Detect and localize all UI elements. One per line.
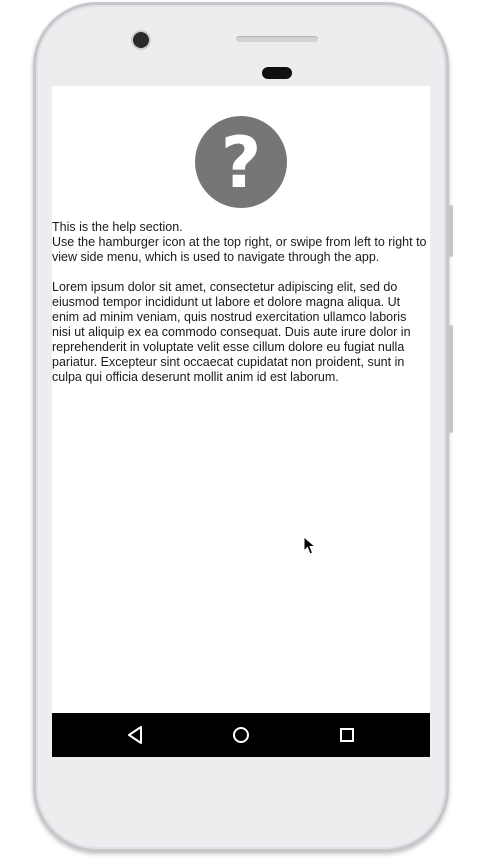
back-triangle-icon: [128, 726, 142, 744]
home-button[interactable]: [230, 724, 252, 746]
help-lorem-paragraph: Lorem ipsum dolor sit amet, consectetur …: [52, 280, 411, 384]
mouse-pointer-icon: [303, 536, 317, 555]
volume-button: [449, 325, 453, 433]
question-mark-glyph: ?: [220, 122, 262, 204]
power-button: [449, 205, 453, 257]
system-navigation-bar: [52, 713, 430, 757]
proximity-sensor: [262, 67, 292, 79]
earpiece-speaker: [236, 36, 318, 42]
help-circle-icon: ?: [195, 116, 287, 208]
recents-square-icon: [340, 728, 354, 742]
back-button[interactable]: [124, 724, 146, 746]
recents-button[interactable]: [336, 724, 358, 746]
front-camera: [133, 32, 149, 48]
home-circle-icon: [233, 727, 249, 743]
help-content: This is the help section. Use the hambur…: [52, 220, 428, 385]
help-title: This is the help section.: [52, 220, 183, 234]
help-instructions: Use the hamburger icon at the top right,…: [52, 235, 427, 264]
app-screen: ? This is the help section. Use the hamb…: [52, 86, 430, 757]
